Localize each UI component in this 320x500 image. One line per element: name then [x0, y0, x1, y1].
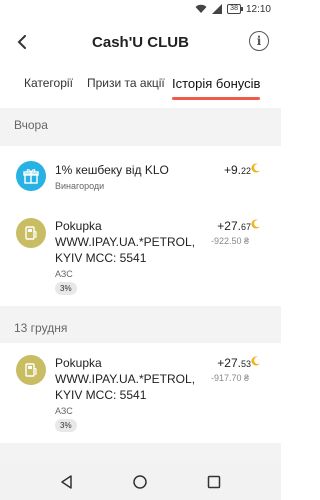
bonus-amount-dec: 53 [240, 359, 251, 369]
bonus-coin-icon [251, 219, 260, 229]
transaction-card[interactable]: 1% кешбеку від KLO Винагороди +9. 22 [0, 146, 281, 206]
wifi-icon [195, 4, 207, 13]
tab-bonus-history[interactable]: Історія бонусів [172, 62, 261, 104]
back-button[interactable] [12, 32, 32, 52]
bonus-amount-dec: 67 [240, 222, 251, 232]
circle-home-icon [133, 475, 148, 489]
transaction-title: Pokupka WWW.IPAY.UA.*PETROL, KYIV MCC: 5… [55, 219, 196, 265]
nav-recents-button[interactable] [204, 472, 224, 492]
square-recents-icon [207, 475, 221, 489]
bonus-amount: +9. 22 [224, 163, 251, 177]
transaction-card[interactable]: Pokupka WWW.IPAY.UA.*PETROL, KYIV MCC: 5… [0, 206, 281, 306]
transaction-title: 1% кешбеку від KLO [55, 163, 169, 177]
nav-back-button[interactable] [57, 472, 77, 492]
battery-indicator: 38 [227, 4, 243, 14]
nav-home-button[interactable] [130, 472, 150, 492]
fuel-receipt-icon [16, 218, 46, 248]
bonus-coin-icon [251, 356, 260, 366]
back-arrow-icon [17, 35, 26, 49]
bonus-history-list[interactable]: Вчора 1% кешбеку від KLO Винагороди +9. 2… [0, 108, 281, 464]
bonus-amount-dec: 22 [240, 166, 251, 176]
app-header: Cash'U CLUB i [0, 22, 281, 62]
clock: 12:10 [245, 3, 271, 15]
gift-icon [16, 161, 46, 191]
date-header: 13 грудня [14, 321, 68, 335]
bonus-amount-int: +9. [223, 163, 241, 177]
purchase-amount: -922.50 ₴ [210, 236, 249, 246]
fuel-receipt-icon [16, 355, 46, 385]
tab-bar: Категорії Призи та акції Історія бонусів [0, 62, 281, 104]
system-nav-bar [0, 464, 281, 500]
info-button[interactable]: i [249, 31, 269, 51]
purchase-amount: -917.70 ₴ [210, 373, 249, 383]
status-bar: 38 12:10 [0, 0, 281, 18]
transaction-card[interactable]: Pokupka WWW.IPAY.UA.*PETROL, KYIV MCC: 5… [0, 343, 281, 443]
transaction-category: АЗС [55, 406, 73, 416]
tab-categories[interactable]: Категорії [24, 62, 73, 104]
transaction-category: Винагороди [55, 181, 105, 191]
cashback-badge: 3% [55, 282, 77, 295]
bonus-amount-int: +27. [217, 356, 241, 370]
transaction-title: Pokupka WWW.IPAY.UA.*PETROL, KYIV MCC: 5… [55, 356, 196, 402]
transaction-category: АЗС [55, 269, 73, 279]
bonus-amount: +27. 67 [217, 219, 251, 233]
info-icon: i [256, 34, 262, 48]
bonus-amount-int: +27. [217, 219, 241, 233]
page-title: Cash'U CLUB [92, 33, 189, 51]
bonus-coin-icon [251, 163, 260, 173]
tab-prizes-promotions[interactable]: Призи та акції [87, 62, 165, 104]
cashback-badge: 3% [55, 419, 77, 432]
triangle-back-icon [61, 475, 72, 489]
bonus-amount: +27. 53 [217, 356, 251, 370]
date-header: Вчора [14, 118, 48, 132]
signal-icon [212, 4, 223, 14]
